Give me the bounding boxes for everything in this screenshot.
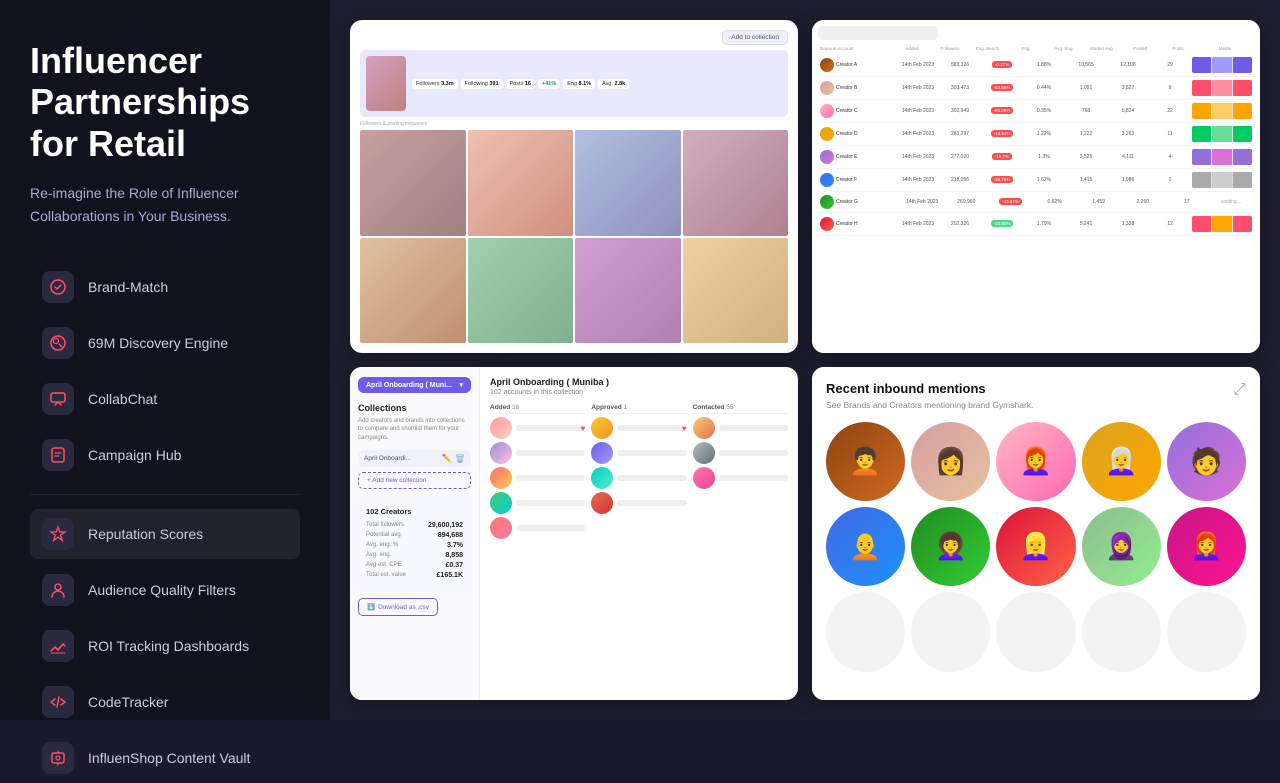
- stat-engagement: Eng 8.1%: [563, 79, 595, 89]
- download-csv-button[interactable]: ⬇️ Download as .csv: [358, 598, 438, 616]
- table-row: Creator B 14th Feb 2023 303,473 -54.65% …: [818, 77, 1254, 100]
- table-row: Creator C 14th Feb 2023 302,949 -66.08% …: [818, 100, 1254, 123]
- hero-title: Influencer Partnerships for Retail: [30, 40, 300, 164]
- mention-avatar-placeholder: [1167, 592, 1246, 671]
- sidebar-item-brand-match[interactable]: Brand-Match: [30, 262, 300, 312]
- table-row: Creator H 14th Feb 2023 202,326 -34.60% …: [818, 213, 1254, 236]
- mention-avatar: 🧕: [1082, 507, 1161, 586]
- edit-collection-icon[interactable]: ✏️: [442, 454, 452, 463]
- stat-growth: +41%: [538, 79, 560, 89]
- discovery-icon: [42, 327, 74, 359]
- sidebar-item-discovery[interactable]: 69M Discovery Engine: [30, 318, 300, 368]
- inbound-subtitle: See Brands and Creators mentioning brand…: [826, 400, 1033, 410]
- sidebar-item-brand-match-label: Brand-Match: [88, 279, 168, 295]
- expand-icon[interactable]: ⤢: [1233, 381, 1246, 399]
- collections-main: April Onboarding ( Muniba ) 102 accounts…: [480, 367, 798, 700]
- vault-icon: [42, 742, 74, 774]
- brand-match-icon: [42, 271, 74, 303]
- nav-list: Brand-Match 69M Discovery Engine CollabC…: [30, 262, 300, 783]
- sidebar-item-campaign[interactable]: Campaign Hub: [30, 430, 300, 480]
- card-influencer-profile: Add to collection Followers 3.3m Followi…: [350, 20, 798, 353]
- mention-avatar: 🧑‍🦲: [826, 507, 905, 586]
- stat-followers: Followers 3.3m: [412, 79, 458, 89]
- stat-avg-likes: Avg. 2.8k: [598, 79, 629, 89]
- inbound-mentions-panel: Recent inbound mentions See Brands and C…: [812, 367, 1260, 700]
- reputation-icon: [42, 518, 74, 550]
- mention-avatar: 👩: [911, 422, 990, 501]
- mention-avatar: 👱‍♀️: [996, 507, 1075, 586]
- table-row: Creator G 14th Feb 2023 269,960 -43.27% …: [818, 192, 1254, 213]
- table-row: Creator E 14th Feb 2023 277,020 -19.7% 1…: [818, 146, 1254, 169]
- add-collection-button[interactable]: + Add new collection: [358, 472, 471, 489]
- sidebar-item-roi-label: ROI Tracking Dashboards: [88, 638, 249, 654]
- mention-avatar: 🧑‍🦱: [826, 422, 905, 501]
- table-row: Creator F 14th Feb 2023 218,056 -26.75% …: [818, 169, 1254, 192]
- card-collections: April Onboarding ( Muni... ▾ Collections…: [350, 367, 798, 700]
- mention-avatar: 👩‍🦰: [1167, 507, 1246, 586]
- right-panel: Add to collection Followers 3.3m Followi…: [330, 0, 1280, 720]
- mention-avatar: 👩‍🦱: [911, 507, 990, 586]
- campaign-icon: [42, 439, 74, 471]
- sidebar-item-collab[interactable]: CollabChat: [30, 374, 300, 424]
- mention-avatar-placeholder: [826, 592, 905, 671]
- code-icon: [42, 686, 74, 718]
- table-search[interactable]: [818, 26, 938, 40]
- mention-avatar-placeholder: [996, 592, 1075, 671]
- audience-icon: [42, 574, 74, 606]
- mentions-grid-row2: 🧑‍🦲 👩‍🦱 👱‍♀️ 🧕 👩‍🦰: [826, 507, 1246, 586]
- inbound-title: Recent inbound mentions: [826, 381, 1033, 396]
- stat-posts: Posts 16: [506, 79, 535, 89]
- influencer-avatar: [366, 56, 406, 111]
- media-grid: [360, 130, 788, 343]
- row-avatar: [820, 58, 834, 72]
- sidebar-item-campaign-label: Campaign Hub: [88, 447, 181, 463]
- roi-icon: [42, 630, 74, 662]
- sidebar-item-reputation-label: Reputation Scores: [88, 526, 203, 542]
- mention-avatar-placeholder: [911, 592, 990, 671]
- mention-avatar: 🧑: [1167, 422, 1246, 501]
- campaign-dropdown[interactable]: April Onboarding ( Muni... ▾: [358, 377, 471, 393]
- influencer-table: Name & Account Added Followers Eng. Benc…: [812, 20, 1260, 353]
- card-inbound-mentions: Recent inbound mentions See Brands and C…: [812, 367, 1260, 700]
- table-row: Creator D 14th Feb 2023 283,297 -13.54% …: [818, 123, 1254, 146]
- sidebar-item-code-label: CodeTracker: [88, 694, 168, 710]
- mention-avatar-placeholder: [1082, 592, 1161, 671]
- card-data-table: Name & Account Added Followers Eng. Benc…: [812, 20, 1260, 353]
- collection-stats: 102 Creators Total followers 29,600,192 …: [358, 499, 471, 590]
- collection-item[interactable]: April Onboardi... ✏️ 🗑️: [358, 450, 471, 467]
- collections-sidebar: April Onboarding ( Muni... ▾ Collections…: [350, 367, 480, 700]
- delete-collection-icon[interactable]: 🗑️: [455, 454, 465, 463]
- collab-icon: [42, 383, 74, 415]
- sidebar-item-reputation[interactable]: Reputation Scores: [30, 509, 300, 559]
- hero-subtitle: Re-imagine the Role of Influencer Collab…: [30, 182, 300, 227]
- sidebar-item-vault-label: InfluenShop Content Vault: [88, 750, 250, 766]
- sidebar-item-vault[interactable]: InfluenShop Content Vault: [30, 733, 300, 783]
- sidebar-item-audience[interactable]: Audience Quality Filters: [30, 565, 300, 615]
- table-row: Creator A 14th Feb 2023 583,326 -0.27% 1…: [818, 54, 1254, 77]
- sidebar-item-roi[interactable]: ROI Tracking Dashboards: [30, 621, 300, 671]
- sidebar-item-audience-label: Audience Quality Filters: [88, 582, 236, 598]
- add-to-collection-button[interactable]: Add to collection: [722, 30, 788, 45]
- stat-following: Following 391: [461, 79, 503, 89]
- mention-avatar: 👩‍🦳: [1082, 422, 1161, 501]
- mentions-grid-row1: 🧑‍🦱 👩 👩‍🦰 👩‍🦳 🧑: [826, 422, 1246, 501]
- sidebar-item-discovery-label: 69M Discovery Engine: [88, 335, 228, 351]
- sidebar-item-code[interactable]: CodeTracker: [30, 677, 300, 727]
- mention-avatar: 👩‍🦰: [996, 422, 1075, 501]
- sidebar-item-collab-label: CollabChat: [88, 391, 157, 407]
- left-panel: Influencer Partnerships for Retail Re-im…: [0, 0, 330, 720]
- mentions-grid-row3: [826, 592, 1246, 671]
